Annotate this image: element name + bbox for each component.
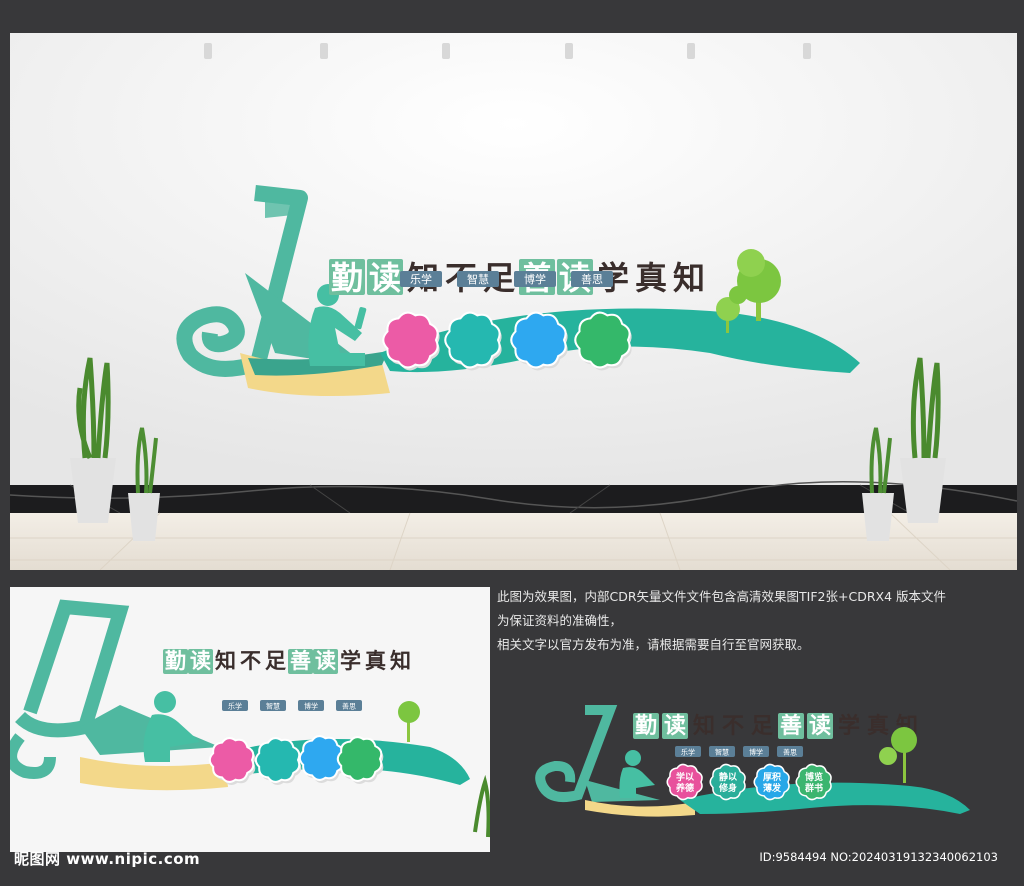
flower-badge — [254, 737, 301, 783]
tag-label: 乐学 — [228, 701, 242, 710]
flat-art-panel: 勤读知不足善读学真知 乐学 智慧 博学 善思 学以 养德 静以 修身 厚积 薄发 博览 群书 — [530, 690, 1010, 840]
tag-label: 博学 — [524, 272, 546, 286]
slogan-char: 勤 — [331, 259, 363, 297]
image-id: ID:9584494 NO:20240319132340062103 — [759, 850, 998, 864]
slogan-char: 读 — [190, 649, 211, 673]
flower-badge — [382, 311, 439, 369]
tag-label: 智慧 — [715, 747, 729, 756]
motto-line-2: 修身 — [718, 782, 737, 794]
motto-line-2: 群书 — [804, 782, 823, 794]
description-line-3: 相关文字以官方发布为准，请根据需要自行至官网获取。 — [497, 637, 810, 652]
tag-label: 博学 — [304, 701, 318, 710]
motto-line-2: 养德 — [675, 782, 694, 794]
slogan-char: 足 — [751, 714, 773, 739]
tag-label: 善思 — [783, 747, 797, 756]
tag-label: 智慧 — [467, 272, 489, 286]
motto-line-1: 学以 — [676, 771, 694, 783]
tag-label: 善思 — [342, 701, 356, 710]
flat-art-graphic: 勤读知不足善读学真知 乐学 智慧 博学 善思 学以养德静以修身厚积薄发博览群书 — [535, 705, 970, 817]
watermark: 昵图网 www.nipic.com — [14, 850, 201, 868]
description: 此图为效果图，内部CDR矢量文件文件包含高清效果图TIF2张+CDRX4 版本文… — [497, 585, 1017, 657]
motto-line-1: 静以 — [719, 771, 737, 783]
tag-label: 智慧 — [266, 701, 280, 710]
slogan-char: 足 — [265, 649, 286, 673]
slogan-char: 知 — [693, 713, 715, 739]
tag-label: 善思 — [581, 272, 603, 286]
side-render-panel: 勤读知不足善读学真知 乐学 智慧 博学 善思 — [10, 587, 490, 852]
slogan-char: 不 — [240, 649, 261, 673]
flower-badge — [444, 311, 501, 369]
slogan-char: 真 — [867, 713, 889, 739]
slogan-char: 读 — [664, 714, 686, 739]
main-render-panel: 勤读知不足善读学真知 乐学智慧博学善思 — [10, 33, 1017, 570]
tag-label: 乐学 — [681, 747, 695, 756]
slogan-char: 读 — [369, 259, 401, 297]
slogan-char: 勤 — [165, 649, 186, 673]
slogan-char: 勤 — [635, 713, 657, 739]
tag-label: 乐学 — [410, 272, 432, 286]
side-render-graphic: 勤读知不足善读学真知 乐学 智慧 博学 善思 — [10, 587, 490, 852]
slogan-char: 善 — [290, 649, 311, 673]
slogan-char: 不 — [722, 714, 744, 739]
slogan-char: 读 — [315, 649, 336, 673]
flower-badge — [298, 735, 345, 781]
slogan-char: 知 — [673, 259, 705, 297]
motto-line-1: 厚积 — [763, 771, 781, 783]
slogan-char: 善 — [780, 713, 802, 739]
main-render-graphic: 勤读知不足善读学真知 乐学智慧博学善思 — [10, 33, 1017, 570]
flower-badge — [336, 736, 383, 782]
slogan-char: 真 — [635, 259, 667, 297]
slogan-char: 读 — [809, 714, 831, 739]
slogan-char: 学 — [340, 649, 361, 673]
slogan-char: 学 — [838, 713, 860, 739]
description-line-2: 为保证资料的准确性， — [497, 613, 623, 628]
motto-line-1: 博览 — [805, 771, 823, 783]
description-line-1: 此图为效果图，内部CDR矢量文件文件包含高清效果图TIF2张+CDRX4 版本文… — [497, 589, 947, 604]
slogan-char: 知 — [390, 649, 411, 673]
slogan-char: 知 — [215, 649, 236, 673]
slogan-char: 真 — [365, 649, 386, 673]
tag-label: 博学 — [749, 747, 763, 756]
flower-badge — [208, 737, 255, 783]
motto-line-2: 薄发 — [763, 782, 782, 794]
flower-badge — [510, 311, 567, 369]
flower-badge — [574, 311, 631, 369]
